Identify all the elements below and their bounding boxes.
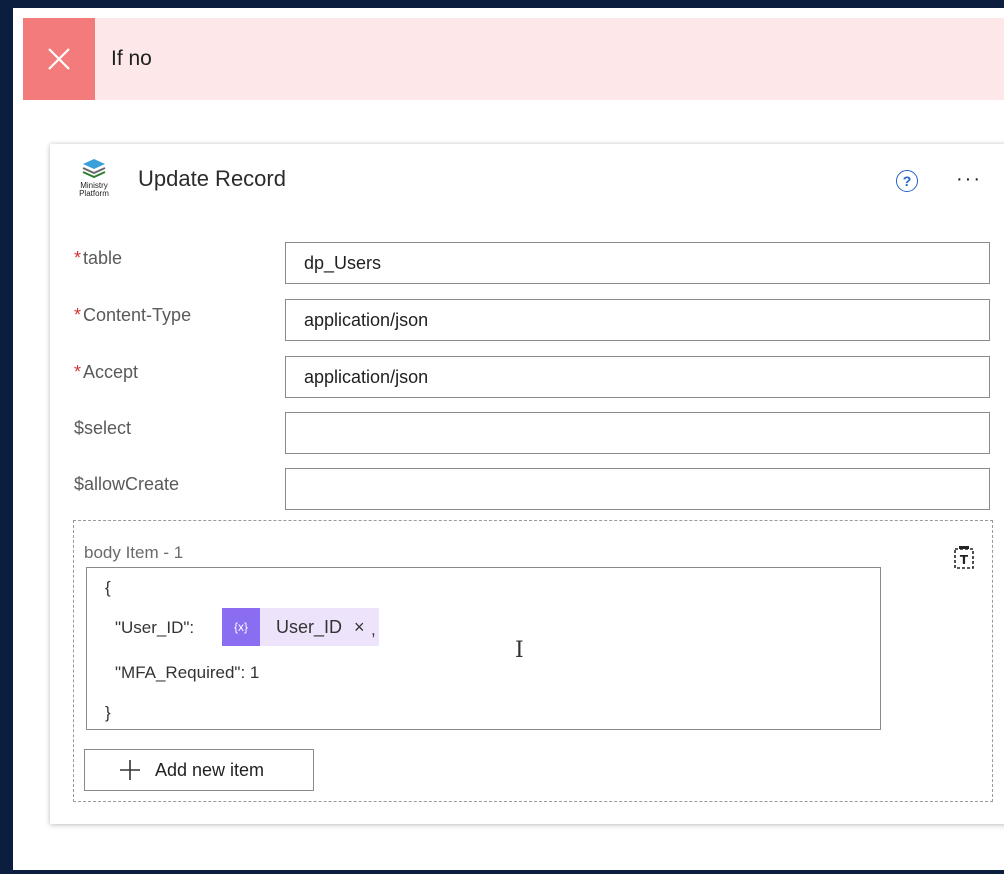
plus-icon <box>120 760 140 780</box>
body-json-editor[interactable]: { "User_ID": {x} User_ID × , "MFA_Requir… <box>86 567 881 730</box>
field-label-content-type: * Content-Type <box>74 305 192 325</box>
clear-item-icon[interactable]: T <box>950 543 978 571</box>
field-row-table: * table dp_Users <box>50 242 1004 286</box>
ministry-platform-logo: Ministry Platform <box>72 158 116 210</box>
json-mfa-line: "MFA_Required": 1 <box>115 663 260 682</box>
accept-input[interactable]: application/json <box>285 356 990 398</box>
add-new-item-button[interactable]: Add new item <box>84 749 314 791</box>
required-marker: * <box>74 362 82 382</box>
remove-token-icon[interactable]: × <box>354 617 365 638</box>
condition-branch-header[interactable]: If no <box>23 18 1004 100</box>
add-new-item-label: Add new item <box>155 759 265 780</box>
body-item-label: body Item - 1 <box>84 543 184 562</box>
field-label-accept: * Accept <box>74 362 139 382</box>
close-icon[interactable] <box>23 18 95 100</box>
branch-title: If no <box>111 47 152 70</box>
json-close-brace: } <box>105 703 111 722</box>
dynamic-content-token[interactable]: {x} User_ID × <box>222 608 379 646</box>
card-header[interactable]: Ministry Platform Update Record ? ··· <box>50 144 1004 214</box>
field-row-accept: * Accept application/json <box>50 356 1004 400</box>
field-label-select: $select <box>74 418 132 438</box>
token-label: User_ID <box>276 616 343 637</box>
text-cursor-icon: I <box>515 638 524 663</box>
required-marker: * <box>74 248 82 268</box>
action-title: Update Record <box>138 166 286 191</box>
field-row-content-type: * Content-Type application/json <box>50 299 1004 343</box>
field-row-select: $select <box>50 412 1004 456</box>
content-type-input[interactable]: application/json <box>285 299 990 341</box>
json-comma: , <box>371 620 376 639</box>
body-array-section: body Item - 1 T { "User_ID": {x} User_ID… <box>73 520 993 802</box>
more-options-icon[interactable]: ··· <box>956 168 982 191</box>
field-label-allow-create: $allowCreate <box>74 474 180 494</box>
json-open-brace: { <box>105 578 111 597</box>
field-row-allow-create: $allowCreate <box>50 468 1004 512</box>
select-input[interactable] <box>285 412 990 454</box>
field-label-table: * table <box>74 248 123 268</box>
table-input[interactable]: dp_Users <box>285 242 990 284</box>
allow-create-input[interactable] <box>285 468 990 510</box>
designer-canvas: If no Ministry Platform Update Record ? … <box>13 8 1004 870</box>
update-record-action-card: Ministry Platform Update Record ? ··· * t… <box>50 144 1004 824</box>
json-user-id-key: "User_ID": <box>115 618 195 637</box>
layers-icon <box>82 159 106 179</box>
help-icon[interactable]: ? <box>896 170 918 192</box>
svg-text:T: T <box>960 553 969 567</box>
expression-icon: {x} <box>222 608 260 646</box>
required-marker: * <box>74 305 82 325</box>
